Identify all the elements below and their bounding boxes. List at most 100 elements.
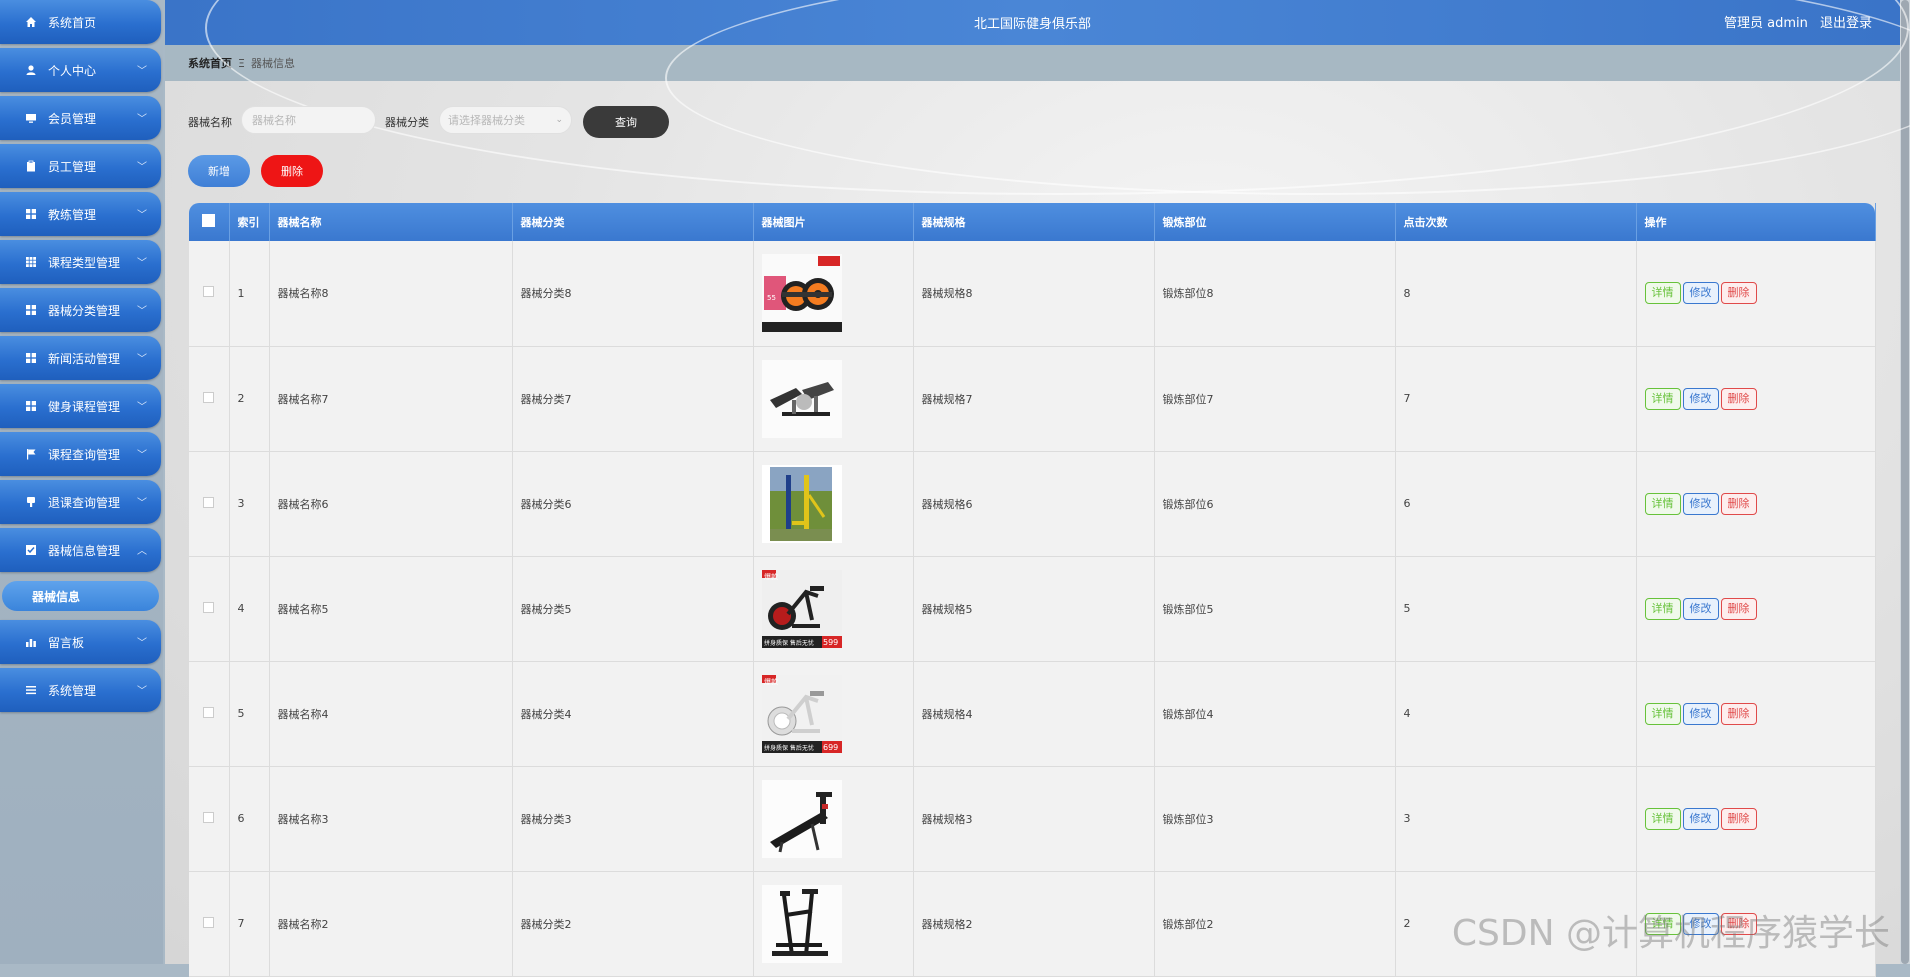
row-delete-button[interactable]: 删除	[1720, 282, 1757, 305]
index-cell: 6	[229, 766, 270, 872]
category-select[interactable]: 请选择器械分类 ⌄	[439, 106, 572, 134]
table-row[interactable]: 6 器械名称3 器械分类3 器械规格3 锻炼部位3 3 详情 修改 删除	[189, 766, 1876, 872]
sidebar-item[interactable]: 教练管理 ﹀	[0, 192, 161, 236]
column-header: 器械名称	[269, 203, 513, 241]
chevron-down-icon: ﹀	[137, 450, 147, 461]
sidebar-item[interactable]: 留言板 ﹀	[0, 620, 161, 664]
add-button[interactable]: 新增	[188, 155, 250, 187]
detail-button[interactable]: 详情	[1644, 807, 1681, 830]
sidebar-item-label: 会员管理	[48, 111, 97, 126]
sidebar-item-label: 教练管理	[48, 207, 97, 222]
row-select-cell	[189, 661, 230, 767]
scrollbar-thumb[interactable]	[1901, 0, 1909, 964]
equipment-table: 索引 器械名称 器械分类 器械图片 器械规格 锻炼部位 点击次数 操作 1 器械名…	[189, 203, 1876, 977]
monitor-icon	[24, 111, 38, 125]
equipment-image: 爆款 599 拼身质保 售后无忧	[761, 569, 912, 648]
table-row[interactable]: 4 器械名称5 器械分类5 爆款 599 拼身质保 售后无忧 器械规格5 锻炼部位5 5 详情 修改…	[189, 556, 1876, 662]
grid-icon	[24, 399, 38, 413]
sidebar-item[interactable]: 系统首页	[0, 0, 161, 44]
row-checkbox[interactable]	[202, 286, 214, 298]
row-checkbox[interactable]	[202, 601, 214, 613]
edit-button[interactable]: 修改	[1682, 387, 1719, 410]
name-cell: 器械名称7	[269, 346, 513, 452]
row-checkbox[interactable]	[202, 391, 214, 403]
grid-9-icon	[24, 255, 38, 269]
detail-button[interactable]: 详情	[1644, 387, 1681, 410]
detail-button[interactable]: 详情	[1644, 492, 1681, 515]
row-checkbox[interactable]	[202, 496, 214, 508]
grid-icon	[24, 351, 38, 365]
sidebar-item[interactable]: 器械分类管理 ﹀	[0, 288, 161, 332]
actions-cell: 详情 修改 删除	[1636, 556, 1876, 662]
name-search-input[interactable]	[241, 106, 376, 134]
sidebar-item[interactable]: 退课查询管理 ﹀	[0, 480, 161, 524]
svg-text:爆款: 爆款	[764, 572, 778, 581]
chevron-down-icon: ﹀	[137, 66, 147, 77]
chevron-down-icon: ﹀	[137, 354, 147, 365]
sidebar-item[interactable]: 健身课程管理 ﹀	[0, 384, 161, 428]
table-row[interactable]: 1 器械名称8 器械分类8 55 器械规格8 锻炼部位8 8 详情 修改 删除	[189, 241, 1876, 347]
table-row[interactable]: 2 器械名称7 器械分类7 器械规格7 锻炼部位7 7 详情 修改 删除	[189, 346, 1876, 452]
table-row[interactable]: 3 器械名称6 器械分类6 器械规格6 锻炼部位6 6 详情 修改 删除	[189, 451, 1876, 557]
row-checkbox[interactable]	[202, 811, 214, 823]
row-select-cell	[189, 871, 230, 977]
edit-button[interactable]: 修改	[1682, 282, 1719, 305]
sidebar-item[interactable]: 新闻活动管理 ﹀	[0, 336, 161, 380]
clicks-cell: 6	[1395, 451, 1637, 557]
svg-text:拼身质保 售后无忧: 拼身质保 售后无忧	[764, 744, 814, 752]
watermark: CSDN @计算机程序猿学长	[1451, 913, 1890, 954]
image-cell	[753, 346, 914, 452]
equipment-image	[761, 359, 912, 438]
detail-button[interactable]: 详情	[1644, 282, 1681, 305]
select-all-checkbox[interactable]	[201, 214, 215, 227]
category-search-label: 器械分类	[385, 116, 429, 129]
query-button[interactable]: 查询	[583, 106, 669, 138]
svg-text:699: 699	[823, 743, 838, 752]
sidebar: 系统首页 个人中心 ﹀ 会员管理 ﹀ 员工管理 ﹀ 教练管理 ﹀ 课程类型管理 ﹀ 器械分类管理 ﹀ 新闻…	[0, 0, 163, 964]
sidebar-item[interactable]: 器械信息管理 ︿	[0, 528, 161, 572]
chevron-down-icon: ﹀	[137, 210, 147, 221]
grid-icon	[24, 303, 38, 317]
category-cell: 器械分类3	[512, 766, 754, 872]
detail-button[interactable]: 详情	[1644, 597, 1681, 620]
scrollbar-track[interactable]	[1900, 0, 1910, 964]
spec-cell: 器械规格3	[913, 766, 1155, 872]
row-delete-button[interactable]: 删除	[1720, 492, 1757, 515]
equipment-image	[761, 884, 912, 963]
sidebar-item-label: 器械分类管理	[48, 303, 121, 318]
row-delete-button[interactable]: 删除	[1720, 702, 1757, 725]
sidebar-subitem-equipment-info[interactable]: 器械信息	[2, 581, 159, 611]
equipment-image	[761, 779, 912, 858]
detail-button[interactable]: 详情	[1644, 702, 1681, 725]
name-cell: 器械名称8	[269, 241, 513, 347]
row-delete-button[interactable]: 删除	[1720, 597, 1757, 620]
sidebar-item[interactable]: 课程查询管理 ﹀	[0, 432, 161, 476]
category-cell: 器械分类7	[512, 346, 754, 452]
row-select-cell	[189, 346, 230, 452]
name-cell: 器械名称6	[269, 451, 513, 557]
actions-cell: 详情 修改 删除	[1636, 451, 1876, 557]
edit-button[interactable]: 修改	[1682, 492, 1719, 515]
part-cell: 锻炼部位3	[1154, 766, 1396, 872]
thumbs-down-icon	[24, 495, 38, 509]
name-cell: 器械名称3	[269, 766, 513, 872]
sidebar-item[interactable]: 系统管理 ﹀	[0, 668, 161, 712]
sidebar-item[interactable]: 员工管理 ﹀	[0, 144, 161, 188]
table-row[interactable]: 5 器械名称4 器械分类4 爆款 699 拼身质保 售后无忧 器械规格4 锻炼部位4 4 详情 修改…	[189, 661, 1876, 767]
edit-button[interactable]: 修改	[1682, 702, 1719, 725]
row-delete-button[interactable]: 删除	[1720, 807, 1757, 830]
sidebar-item[interactable]: 课程类型管理 ﹀	[0, 240, 161, 284]
column-header: 操作	[1636, 203, 1876, 241]
clicks-cell: 4	[1395, 661, 1637, 767]
edit-button[interactable]: 修改	[1682, 597, 1719, 620]
row-delete-button[interactable]: 删除	[1720, 387, 1757, 410]
category-cell: 器械分类2	[512, 871, 754, 977]
batch-delete-button[interactable]: 删除	[261, 155, 323, 187]
sidebar-item[interactable]: 会员管理 ﹀	[0, 96, 161, 140]
clipboard-icon	[24, 159, 38, 173]
row-checkbox[interactable]	[202, 706, 214, 718]
image-cell: 爆款 599 拼身质保 售后无忧	[753, 556, 914, 662]
sidebar-item[interactable]: 个人中心 ﹀	[0, 48, 161, 92]
edit-button[interactable]: 修改	[1682, 807, 1719, 830]
row-checkbox[interactable]	[202, 916, 214, 928]
